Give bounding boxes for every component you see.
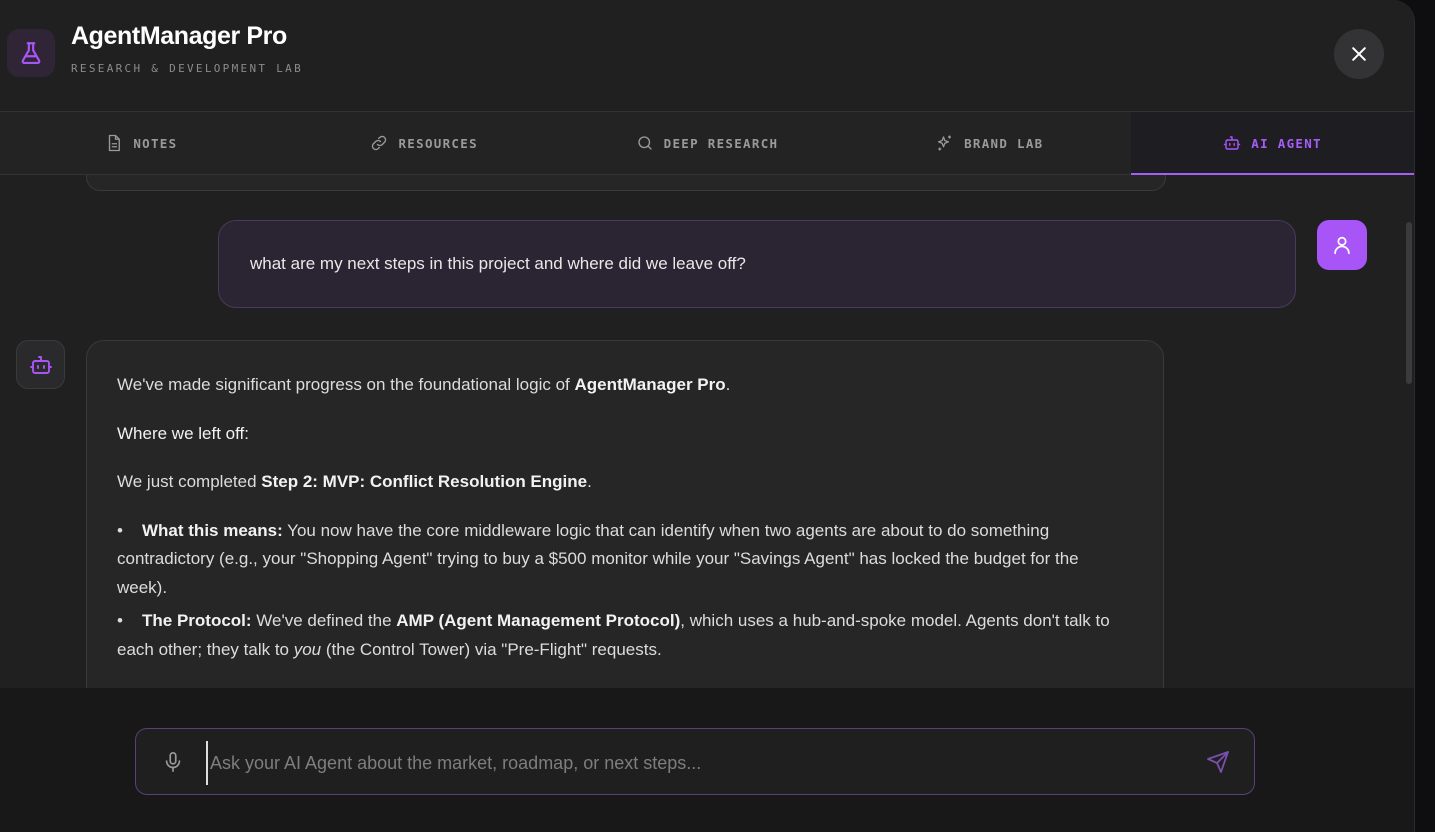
text: . — [725, 375, 731, 394]
bot-icon — [1224, 136, 1241, 150]
chat-scrollbar[interactable] — [1406, 222, 1412, 384]
chat-thread: what are my next steps in this project a… — [0, 175, 1414, 688]
text: . — [587, 472, 592, 491]
text: We've made significant progress on the f… — [117, 375, 575, 394]
agent-heading: Where we left off: — [117, 420, 1133, 449]
flask-icon — [7, 29, 55, 77]
bold-text: AgentManager Pro — [574, 375, 726, 394]
bold-text: AMP (Agent Management Protocol) — [396, 611, 681, 630]
close-button[interactable] — [1334, 29, 1384, 79]
sparkles-icon — [938, 135, 952, 151]
microphone-button[interactable] — [160, 749, 186, 775]
italic-text: you — [293, 639, 322, 659]
tab-label: AI AGENT — [1251, 135, 1322, 151]
text: (the Control Tower) via "Pre-Flight" req… — [321, 639, 662, 659]
microphone-icon — [165, 752, 181, 772]
user-icon — [1334, 236, 1350, 255]
tab-bar: NOTES RESOURCES DEEP RESEARCH BRAND LAB … — [0, 112, 1414, 175]
composer — [135, 728, 1255, 795]
app-subtitle: RESEARCH & DEVELOPMENT LAB — [71, 62, 303, 75]
tab-brand-lab[interactable]: BRAND LAB — [848, 112, 1131, 174]
bold-text: Step 2: MVP: Conflict Resolution Engine — [261, 472, 588, 491]
bot-icon — [29, 355, 52, 374]
agent-paragraph: We've made significant progress on the f… — [117, 371, 1133, 400]
tab-label: RESOURCES — [398, 135, 478, 151]
tab-ai-agent[interactable]: AI AGENT — [1131, 112, 1414, 175]
tab-label: DEEP RESEARCH — [663, 135, 779, 151]
document-icon — [109, 134, 121, 152]
agent-bullet-list: • What this means: You now have the core … — [117, 517, 1133, 665]
chat-input[interactable] — [206, 741, 1192, 785]
send-icon — [1207, 751, 1229, 773]
list-item: • What this means: You now have the core … — [117, 520, 1079, 597]
previous-message — [86, 175, 1166, 191]
user-avatar — [1317, 220, 1367, 270]
composer-area — [0, 688, 1414, 832]
heading-text: Where we left off: — [117, 423, 249, 443]
tab-deep-research[interactable]: DEEP RESEARCH — [566, 112, 849, 174]
app-window: AgentManager Pro RESEARCH & DEVELOPMENT … — [0, 0, 1415, 832]
tab-resources[interactable]: RESOURCES — [283, 112, 566, 174]
tab-label: NOTES — [133, 135, 178, 151]
user-message-text: what are my next steps in this project a… — [250, 254, 746, 273]
link-icon — [372, 135, 387, 151]
bold-text: The Protocol: — [142, 611, 252, 630]
close-icon — [1352, 47, 1366, 61]
user-message: what are my next steps in this project a… — [218, 220, 1296, 308]
header: AgentManager Pro RESEARCH & DEVELOPMENT … — [0, 0, 1414, 112]
tab-label: BRAND LAB — [964, 135, 1044, 151]
agent-avatar — [16, 340, 65, 389]
list-item: • The Protocol: We've defined the AMP (Ag… — [117, 611, 1110, 659]
bold-text: What this means: — [142, 520, 283, 540]
search-icon — [637, 136, 652, 150]
agent-paragraph: We just completed Step 2: MVP: Conflict … — [117, 468, 1133, 497]
text: We've defined the — [251, 611, 397, 630]
agent-message: We've made significant progress on the f… — [86, 340, 1164, 688]
send-button[interactable] — [1204, 748, 1232, 776]
app-title: AgentManager Pro — [71, 22, 287, 50]
tab-notes[interactable]: NOTES — [0, 112, 283, 174]
text: We just completed — [117, 472, 262, 491]
